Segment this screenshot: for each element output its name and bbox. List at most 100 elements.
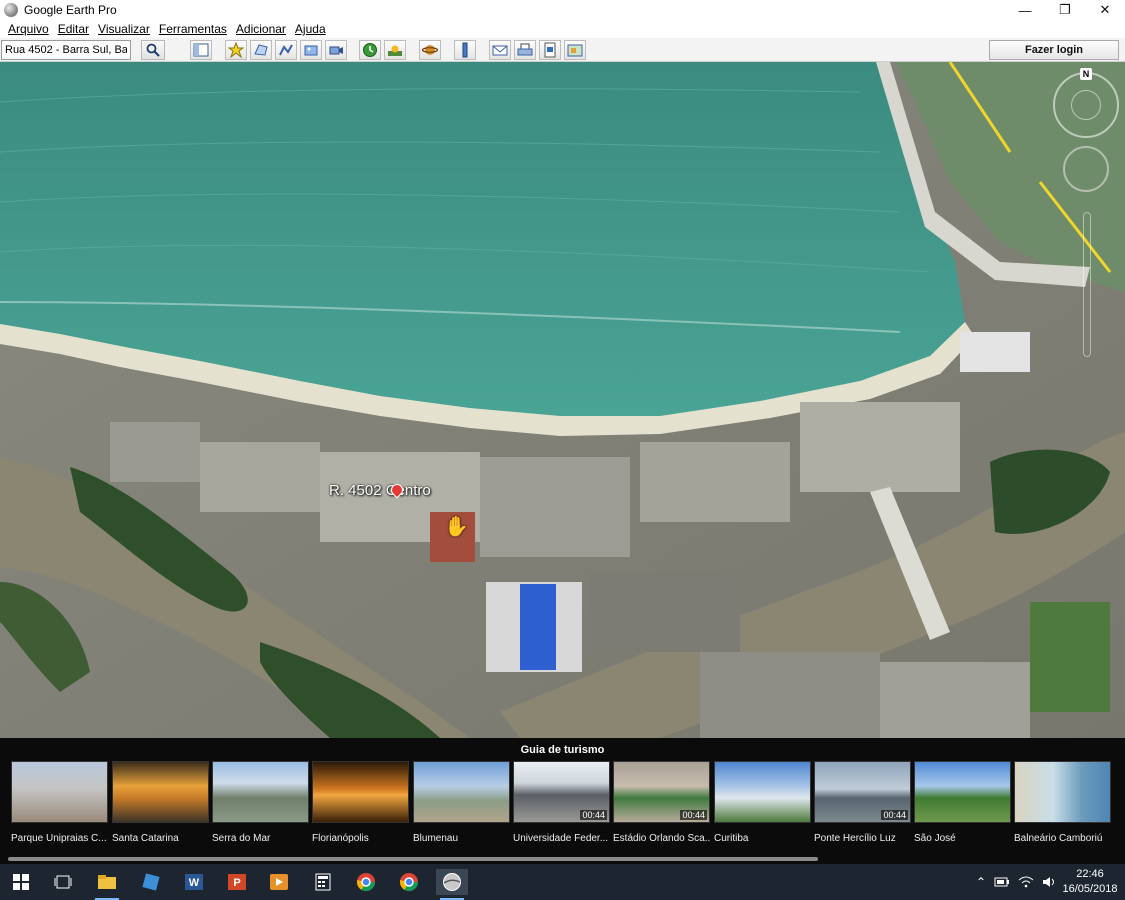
menu-ferramentas[interactable]: Ferramentas (159, 22, 227, 36)
email-button[interactable] (489, 40, 511, 60)
menu-ajuda[interactable]: Ajuda (295, 22, 326, 36)
add-path-button[interactable] (275, 40, 297, 60)
login-button[interactable]: Fazer login (989, 40, 1119, 60)
clock-time: 22:46 (1076, 868, 1104, 880)
system-clock[interactable]: 22:46 16/05/2018 (1062, 867, 1118, 897)
tour-item[interactable]: Serra do Mar (212, 761, 309, 844)
search-input[interactable] (1, 40, 131, 60)
tour-thumbnail[interactable] (312, 761, 409, 823)
placemark-label[interactable]: R. 4502 Centro (329, 482, 431, 499)
google-earth-taskbar-button[interactable] (436, 869, 468, 900)
tour-thumbnail[interactable] (1014, 761, 1111, 823)
menu-bar: Arquivo Editar Visualizar Ferramentas Ad… (0, 20, 1125, 38)
tour-duration: 00:44 (680, 810, 707, 820)
tour-item[interactable]: 00:44 Ponte Hercílio Luz (814, 761, 911, 844)
window-title: Google Earth Pro (24, 3, 117, 17)
tour-item[interactable]: Florianópolis (312, 761, 409, 844)
minimize-button[interactable]: — (1005, 0, 1045, 20)
vpn-app-taskbar-button[interactable] (135, 869, 167, 895)
restore-button[interactable]: ❐ (1045, 0, 1085, 20)
tour-item[interactable]: Blumenau (413, 761, 510, 844)
word-icon: W (185, 874, 203, 890)
tour-item-label: Balneário Camboriú (1014, 833, 1103, 844)
search-icon (146, 43, 160, 57)
tour-thumbnail[interactable] (914, 761, 1011, 823)
start-button[interactable] (5, 869, 37, 895)
tour-item[interactable]: São José (914, 761, 1011, 844)
sunlight-button[interactable] (384, 40, 406, 60)
print-button[interactable] (514, 40, 536, 60)
path-icon (279, 44, 293, 56)
volume-icon[interactable] (1042, 876, 1056, 888)
save-image-button[interactable] (539, 40, 561, 60)
tour-item[interactable]: 00:44 Universidade Feder... (513, 761, 610, 844)
add-polygon-button[interactable] (250, 40, 272, 60)
add-placemark-button[interactable] (225, 40, 247, 60)
polygon-icon (254, 44, 268, 56)
record-tour-icon (329, 46, 343, 55)
compass-north-button[interactable]: N (1080, 68, 1092, 80)
tour-item-label: Blumenau (413, 833, 459, 844)
tour-item[interactable]: 00:44 Estádio Orlando Sca... (613, 761, 710, 844)
tour-thumbnail[interactable] (11, 761, 108, 823)
media-player-icon (270, 874, 288, 890)
tour-item-label: Estádio Orlando Sca... (613, 833, 710, 844)
tour-thumbnail[interactable]: 00:44 (513, 761, 610, 823)
tour-item-label: Serra do Mar (212, 833, 271, 844)
sidebar-toggle-button[interactable] (190, 40, 212, 60)
tour-scrollbar[interactable] (8, 857, 818, 861)
chrome-2-taskbar-button[interactable] (393, 869, 425, 895)
menu-visualizar[interactable]: Visualizar (98, 22, 150, 36)
search-button[interactable] (141, 40, 165, 60)
zoom-slider[interactable] (1083, 212, 1091, 357)
tour-item[interactable]: Balneário Camboriú (1014, 761, 1111, 844)
tour-thumbnail[interactable] (714, 761, 811, 823)
system-tray: ⌃ (976, 864, 1056, 900)
vpn-app-icon (142, 873, 160, 891)
add-image-overlay-button[interactable] (300, 40, 322, 60)
print-icon (517, 43, 533, 56)
media-player-taskbar-button[interactable] (263, 869, 295, 895)
window-controls: — ❐ ✕ (1005, 0, 1125, 20)
wifi-icon[interactable] (1018, 876, 1034, 888)
tour-item-label: Curitiba (714, 833, 749, 844)
word-taskbar-button[interactable]: W (178, 869, 210, 895)
hand-cursor-icon: ✋ (444, 516, 469, 538)
tour-item[interactable]: Parque Unipraias C... (11, 761, 108, 844)
record-tour-button[interactable] (325, 40, 347, 60)
close-button[interactable]: ✕ (1085, 0, 1125, 20)
view-in-maps-button[interactable] (564, 40, 586, 60)
powerpoint-icon: P (228, 874, 246, 890)
task-view-button[interactable] (47, 869, 79, 895)
look-joystick[interactable] (1071, 90, 1101, 120)
sidebar-toggle-icon (193, 43, 209, 57)
planets-button[interactable] (419, 40, 441, 60)
svg-text:W: W (189, 877, 200, 889)
file-explorer-icon (98, 875, 116, 889)
save-image-icon (544, 42, 556, 58)
tour-duration: 00:44 (881, 810, 908, 820)
menu-adicionar[interactable]: Adicionar (236, 22, 286, 36)
tour-item[interactable]: Curitiba (714, 761, 811, 844)
tour-thumbnail[interactable] (413, 761, 510, 823)
historical-imagery-button[interactable] (359, 40, 381, 60)
placemark-icon (228, 42, 244, 58)
ruler-button[interactable] (454, 40, 476, 60)
powerpoint-taskbar-button[interactable]: P (221, 869, 253, 895)
map-viewport[interactable]: R. 4502 Centro ✋ N (0, 62, 1125, 738)
battery-icon[interactable] (994, 876, 1010, 888)
tour-item[interactable]: Santa Catarina (112, 761, 209, 844)
tour-thumbnail[interactable] (212, 761, 309, 823)
move-control[interactable] (1063, 146, 1109, 192)
file-explorer-taskbar-button[interactable] (91, 869, 123, 900)
tour-thumbnail[interactable]: 00:44 (814, 761, 911, 823)
tour-thumbnail[interactable]: 00:44 (613, 761, 710, 823)
task-view-icon (54, 875, 72, 889)
clock-date: 16/05/2018 (1062, 883, 1118, 895)
calculator-taskbar-button[interactable] (307, 869, 339, 895)
chevron-up-icon[interactable]: ⌃ (976, 875, 986, 889)
chrome-taskbar-button[interactable] (350, 869, 382, 895)
tour-thumbnail[interactable] (112, 761, 209, 823)
menu-arquivo[interactable]: Arquivo (8, 22, 49, 36)
menu-editar[interactable]: Editar (58, 22, 89, 36)
